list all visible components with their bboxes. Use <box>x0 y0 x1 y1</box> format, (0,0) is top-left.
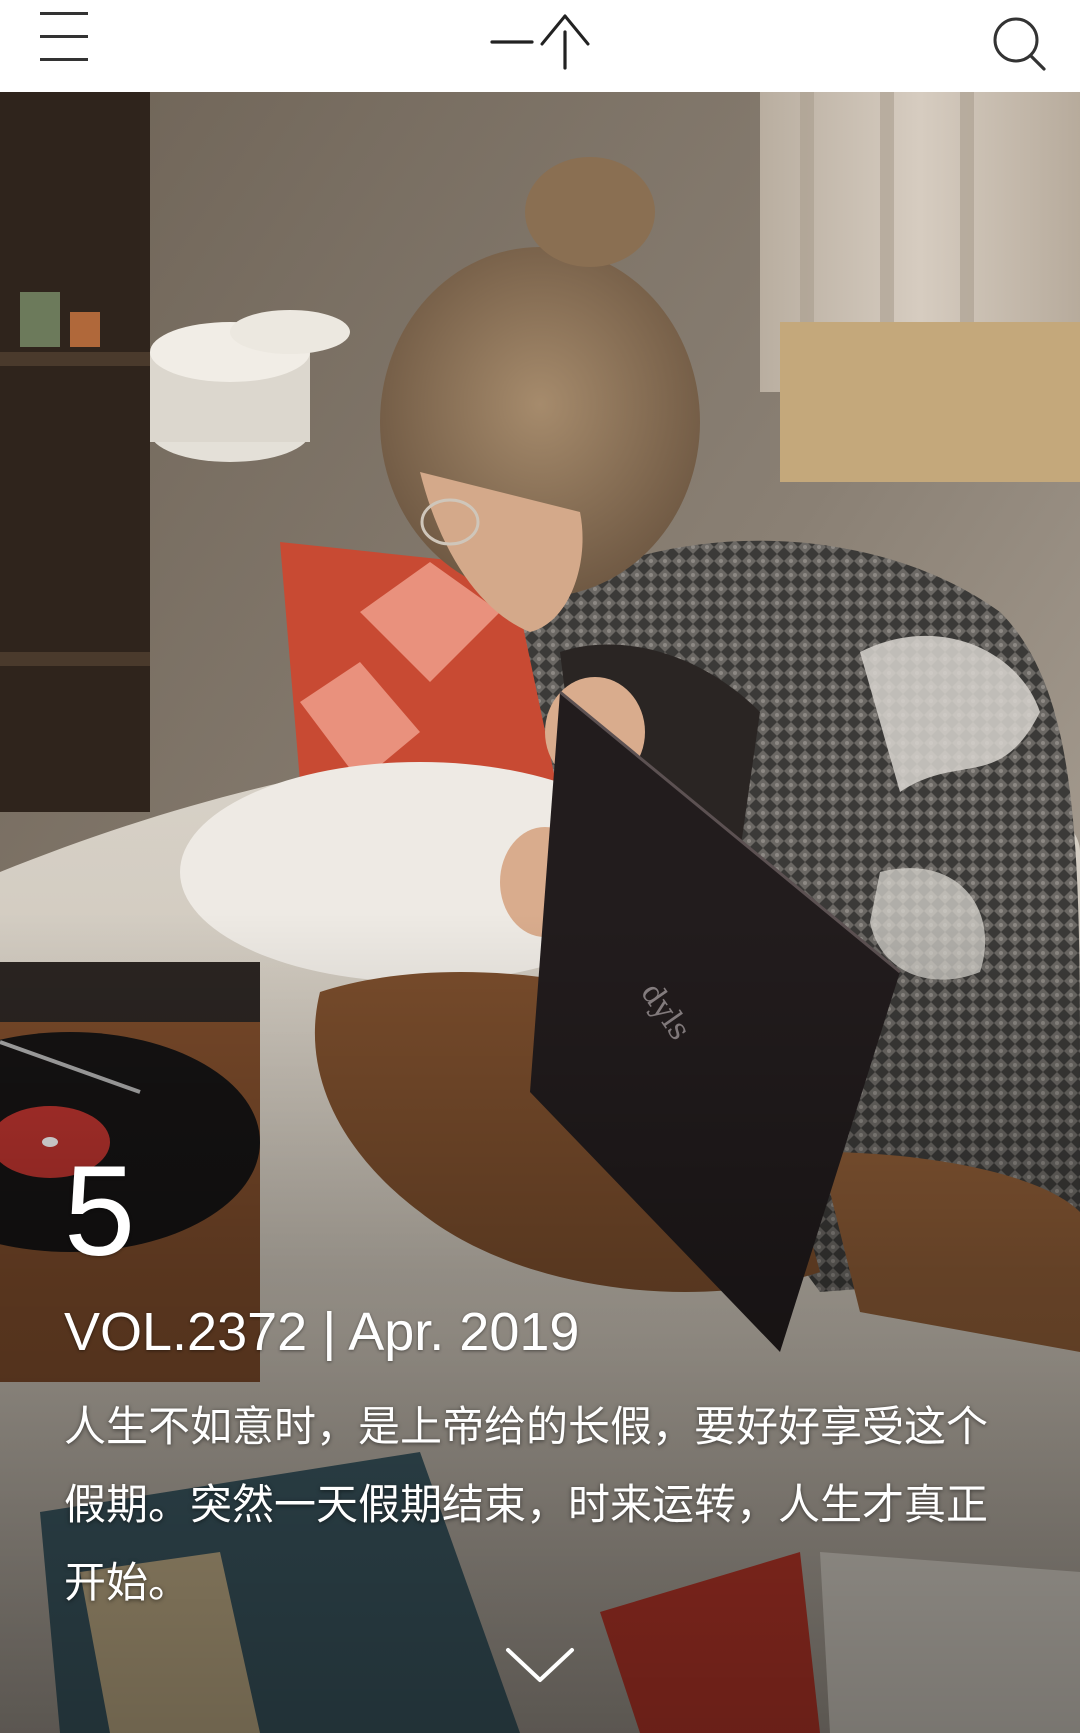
search-button[interactable] <box>984 6 1056 78</box>
chevron-down-icon <box>506 1648 574 1682</box>
hamburger-menu-icon <box>40 12 88 15</box>
daily-quote[interactable]: 人生不如意时，是上帝给的长假，要好好享受这个假期。突然一天假期结束，时来运转，人… <box>64 1388 1004 1622</box>
volume-date: VOL.2372 | Apr. 2019 <box>64 1302 580 1362</box>
app-logo[interactable] <box>490 10 590 70</box>
day-number: 5 <box>64 1140 138 1283</box>
top-bar <box>0 0 1080 92</box>
expand-button[interactable] <box>500 1640 580 1690</box>
logo-mark-icon <box>490 14 590 70</box>
app-root: dyls 5 VOL.2372 | Apr. 2019 人生不如意时，是上帝给的… <box>0 0 1080 1733</box>
search-icon <box>993 17 1046 71</box>
menu-button[interactable] <box>36 8 96 64</box>
